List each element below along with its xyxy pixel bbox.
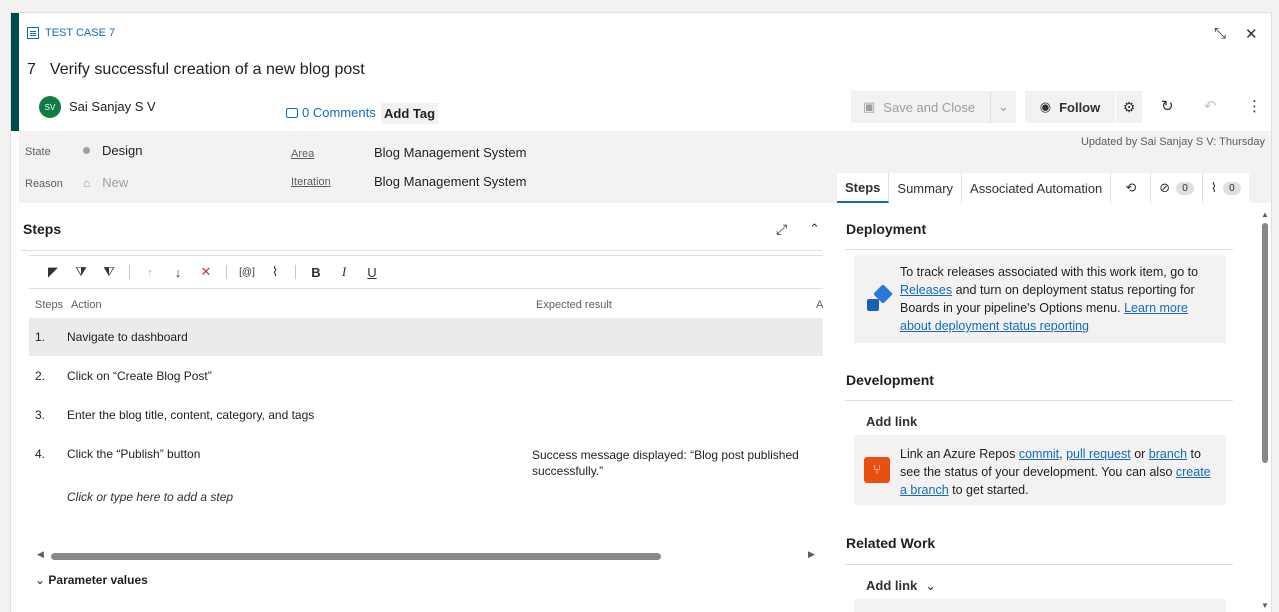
- state-dot-icon: [83, 147, 90, 154]
- divider: [845, 400, 1233, 401]
- tab-attachments[interactable]: ⌇ 0: [1202, 173, 1249, 203]
- refresh-icon[interactable]: ↻: [1161, 97, 1174, 115]
- reason-label: Reason: [25, 178, 63, 190]
- iteration-field[interactable]: Blog Management System: [374, 174, 526, 189]
- close-icon[interactable]: ✕: [1245, 25, 1258, 43]
- scroll-right-icon[interactable]: ▶: [808, 549, 815, 560]
- undo-icon[interactable]: ↶: [1204, 97, 1217, 115]
- italic-icon[interactable]: I: [330, 264, 358, 280]
- state-field[interactable]: Design: [83, 143, 142, 158]
- col-action: Action: [71, 299, 102, 311]
- assignee-name[interactable]: Sai Sanjay S V: [69, 99, 156, 114]
- comment-icon: [286, 107, 298, 118]
- test-case-icon: [27, 27, 39, 39]
- development-info: ⑂ Link an Azure Repos commit, pull reque…: [854, 435, 1226, 505]
- divider: [226, 265, 227, 279]
- state-label: State: [25, 146, 51, 158]
- collapse-icon[interactable]: ⤡: [1214, 25, 1226, 42]
- expand-icon[interactable]: ⤢: [776, 221, 787, 238]
- work-item-id: 7: [27, 61, 36, 78]
- col-expected: Expected result: [536, 299, 612, 311]
- follow-button[interactable]: ◉ Follow: [1025, 91, 1115, 123]
- vertical-scrollbar[interactable]: [1262, 223, 1268, 463]
- releases-link[interactable]: Releases: [900, 283, 952, 297]
- attachment-icon[interactable]: ⌇: [261, 264, 289, 280]
- area-field[interactable]: Blog Management System: [374, 145, 526, 160]
- accent-bar: [11, 13, 19, 131]
- insert-step-icon[interactable]: ◤: [39, 264, 67, 280]
- tab-summary[interactable]: Summary: [889, 173, 963, 203]
- horizontal-scrollbar[interactable]: [51, 553, 661, 560]
- work-item-type: TEST CASE 7: [27, 27, 115, 39]
- col-steps: Steps: [35, 299, 64, 311]
- steps-title: Steps: [23, 221, 62, 237]
- eye-icon: ◉: [1039, 99, 1052, 114]
- avatar[interactable]: SV: [39, 96, 61, 118]
- deployment-text: To track releases associated with this w…: [900, 265, 1199, 333]
- work-item-card: TEST CASE 7 ⤡ ✕ 7 Verify successful crea…: [10, 12, 1272, 612]
- related-add-link-button[interactable]: Add link ⌄: [866, 578, 936, 594]
- tab-associated-automation[interactable]: Associated Automation: [962, 173, 1112, 203]
- chevron-up-icon[interactable]: ⌃: [809, 221, 820, 237]
- steps-toolbar: ◤ ⧩ ⧨ ↑ ↓ ✕ [@] ⌇ B I U: [29, 255, 823, 289]
- development-title: Development: [846, 372, 934, 388]
- development-add-link[interactable]: Add link: [866, 414, 917, 429]
- pull-request-link[interactable]: pull request: [1066, 447, 1131, 461]
- insert-shared-steps-icon[interactable]: ⧩: [67, 264, 95, 280]
- related-work-box: [854, 599, 1226, 612]
- right-tabs: Steps Summary Associated Automation ⟲ ⊘ …: [837, 173, 1249, 203]
- scroll-up-icon[interactable]: ▲: [1261, 210, 1269, 219]
- divider: [21, 250, 821, 251]
- area-label: Area: [291, 148, 315, 160]
- insert-parameter-icon[interactable]: [@]: [233, 267, 261, 278]
- chevron-down-icon: ⌄: [925, 578, 937, 593]
- branch-link[interactable]: branch: [1149, 447, 1187, 461]
- parameter-values-toggle[interactable]: ⌄ Parameter values: [35, 573, 148, 587]
- underline-icon[interactable]: U: [358, 265, 386, 280]
- table-row[interactable]: 2. Click on “Create Blog Post”: [29, 357, 823, 395]
- scroll-down-icon[interactable]: ▼: [1261, 601, 1269, 610]
- deployment-info: To track releases associated with this w…: [854, 255, 1226, 343]
- move-up-icon[interactable]: ↑: [136, 265, 164, 280]
- more-options-icon[interactable]: ⋮: [1247, 97, 1262, 115]
- related-work-title: Related Work: [846, 535, 936, 551]
- divider: [129, 265, 130, 279]
- col-extra: A: [816, 299, 824, 311]
- add-tag-button[interactable]: Add Tag: [381, 103, 439, 124]
- azure-repos-icon: ⑂: [864, 457, 890, 483]
- title-text[interactable]: Verify successful creation of a new blog…: [50, 61, 365, 79]
- table-row[interactable]: 1. Navigate to dashboard: [29, 318, 823, 356]
- table-row[interactable]: 3. Enter the blog title, content, catego…: [29, 396, 823, 434]
- delete-icon[interactable]: ✕: [192, 264, 220, 280]
- divider: [845, 564, 1233, 565]
- chevron-down-icon[interactable]: ⌄: [990, 91, 1016, 123]
- scroll-left-icon[interactable]: ◀: [37, 549, 44, 560]
- chevron-down-icon: ⌄: [35, 573, 46, 587]
- gear-icon[interactable]: ⚙: [1116, 91, 1142, 123]
- commit-link[interactable]: commit: [1019, 447, 1059, 461]
- link-icon: ⊘: [1159, 180, 1171, 195]
- tab-steps[interactable]: Steps: [837, 173, 890, 203]
- divider: [295, 265, 296, 279]
- paperclip-icon: ⌇: [1210, 180, 1218, 195]
- save-and-close-button[interactable]: ▣ Save and Close ⌄: [851, 91, 1016, 123]
- lock-icon: ⌂: [83, 175, 91, 190]
- bold-icon[interactable]: B: [302, 265, 330, 280]
- development-text: Link an Azure Repos commit, pull request…: [900, 447, 1211, 497]
- add-step-placeholder[interactable]: Click or type here to add a step: [67, 490, 233, 504]
- move-down-icon[interactable]: ↓: [164, 265, 192, 280]
- create-shared-steps-icon[interactable]: ⧨: [95, 264, 123, 280]
- comments-link[interactable]: 0 Comments: [286, 105, 376, 120]
- iteration-label: Iteration: [291, 176, 331, 188]
- reason-field[interactable]: ⌂ New: [83, 175, 128, 190]
- save-icon: ▣: [863, 99, 876, 114]
- tab-links[interactable]: ⊘ 0: [1151, 173, 1203, 203]
- azure-pipelines-icon: [864, 284, 893, 313]
- history-icon[interactable]: ⟲: [1111, 173, 1152, 203]
- work-item-title[interactable]: 7 Verify successful creation of a new bl…: [27, 61, 365, 79]
- deployment-title: Deployment: [846, 221, 927, 237]
- updated-text: Updated by Sai Sanjay S V: Thursday: [1080, 136, 1265, 148]
- divider: [845, 249, 1233, 250]
- table-row[interactable]: 4. Click the “Publish” button Success me…: [29, 435, 823, 479]
